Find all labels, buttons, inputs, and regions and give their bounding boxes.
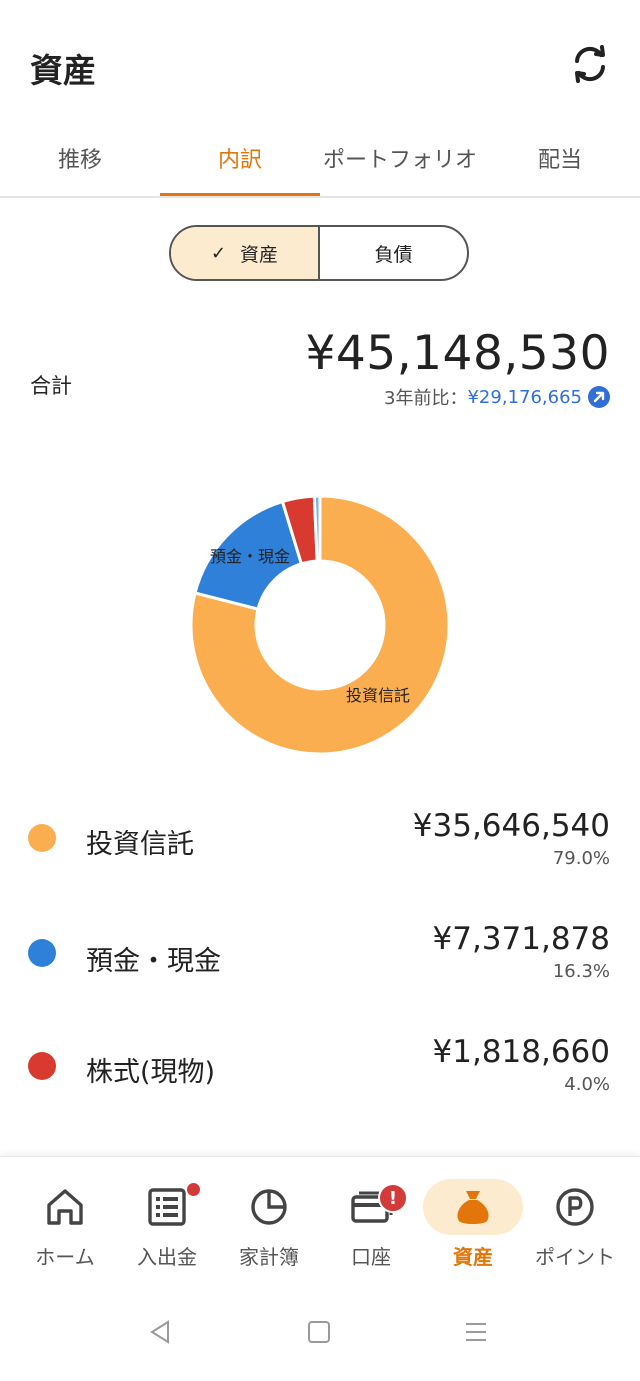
total-value: ¥45,148,530 <box>305 326 610 381</box>
legend-amount: ¥1,818,660 <box>432 1034 611 1070</box>
tab-bar: 推移 内訳 ポートフォリオ 配当 <box>0 120 640 198</box>
home-icon <box>47 1189 83 1225</box>
check-icon: ✓ <box>210 242 227 264</box>
home-button-icon[interactable] <box>299 1312 339 1352</box>
tab-dividend-label: 配当 <box>537 148 582 173</box>
donut-slice-label: 投資信託 <box>346 686 410 705</box>
legend-name: 株式(現物) <box>86 1057 216 1088</box>
nav-label: 資産 <box>453 1245 493 1269</box>
tab-trend-label: 推移 <box>57 148 102 173</box>
refresh-icon[interactable] <box>568 42 612 86</box>
nav-assets[interactable]: 資産 <box>420 1157 526 1283</box>
legend-amount: ¥7,371,878 <box>432 921 611 957</box>
money-bag-icon <box>457 1191 489 1224</box>
app-header: 資産 <box>0 0 640 120</box>
change-label: 3年前比： <box>384 388 468 409</box>
legend-item-deposits-cash[interactable]: 預金・現金 ¥7,371,878 16.3% <box>0 915 640 995</box>
list-icon <box>148 1188 186 1226</box>
toggle-liabilities-button[interactable]: 負債 <box>320 227 467 279</box>
tab-trend[interactable]: 推移 <box>0 120 160 196</box>
nav-points[interactable]: ポイント <box>522 1157 628 1283</box>
legend-item-investment-trust[interactable]: 投資信託 ¥35,646,540 79.0% <box>0 800 640 880</box>
toggle-assets-button[interactable]: ✓ 資産 <box>171 227 320 279</box>
legend-dot <box>28 824 56 852</box>
nav-label: ポイント <box>535 1245 615 1269</box>
alert-badge: ! <box>378 1183 408 1213</box>
tab-portfolio[interactable]: ポートフォリオ <box>320 120 480 196</box>
toggle-assets-label: 資産 <box>240 243 279 266</box>
trend-up-icon <box>588 386 610 408</box>
legend-percent: 16.3% <box>552 961 610 982</box>
change-vs-3-years: 3年前比： ¥29,176,665 <box>384 384 610 410</box>
nav-home[interactable]: ホーム <box>12 1157 118 1283</box>
legend-dot <box>28 1052 56 1080</box>
nav-label: 家計簿 <box>239 1245 299 1269</box>
back-icon[interactable] <box>140 1312 180 1352</box>
nav-label: 入出金 <box>137 1245 197 1269</box>
notification-dot <box>187 1183 200 1196</box>
total-label: 合計 <box>30 374 72 398</box>
recents-icon[interactable] <box>456 1312 496 1352</box>
system-navigation-bar <box>0 1282 640 1381</box>
nav-transactions[interactable]: 入出金 <box>114 1157 220 1283</box>
tab-dividend[interactable]: 配当 <box>480 120 640 196</box>
legend-amount: ¥35,646,540 <box>412 808 610 844</box>
bottom-navigation: ホーム 入出金 家計簿 ! 口座 資産 ポイント <box>0 1156 640 1283</box>
legend-name: 預金・現金 <box>86 946 221 977</box>
legend-percent: 4.0% <box>564 1074 610 1095</box>
points-icon <box>556 1188 594 1226</box>
nav-household-book[interactable]: 家計簿 <box>216 1157 322 1283</box>
nav-accounts[interactable]: ! 口座 <box>318 1157 424 1283</box>
assets-liabilities-toggle: ✓ 資産 負債 <box>169 225 469 281</box>
donut-slice-label: 預金・現金 <box>210 547 290 566</box>
active-tab-indicator <box>160 193 320 196</box>
tab-portfolio-label: ポートフォリオ <box>322 148 477 173</box>
tab-breakdown[interactable]: 内訳 <box>160 120 320 196</box>
asset-donut-chart: 投資信託 預金・現金 <box>190 495 450 755</box>
change-value: ¥29,176,665 <box>467 386 582 408</box>
toggle-liabilities-label: 負債 <box>374 243 413 266</box>
tab-breakdown-label: 内訳 <box>217 148 262 173</box>
pie-chart-icon <box>251 1189 287 1225</box>
legend-item-stocks[interactable]: 株式(現物) ¥1,818,660 4.0% <box>0 1028 640 1108</box>
legend-percent: 79.0% <box>552 848 610 869</box>
legend-dot <box>28 939 56 967</box>
nav-label: 口座 <box>351 1245 391 1269</box>
legend-name: 投資信託 <box>86 829 194 860</box>
page-title: 資産 <box>30 51 96 90</box>
nav-label: ホーム <box>35 1245 95 1269</box>
